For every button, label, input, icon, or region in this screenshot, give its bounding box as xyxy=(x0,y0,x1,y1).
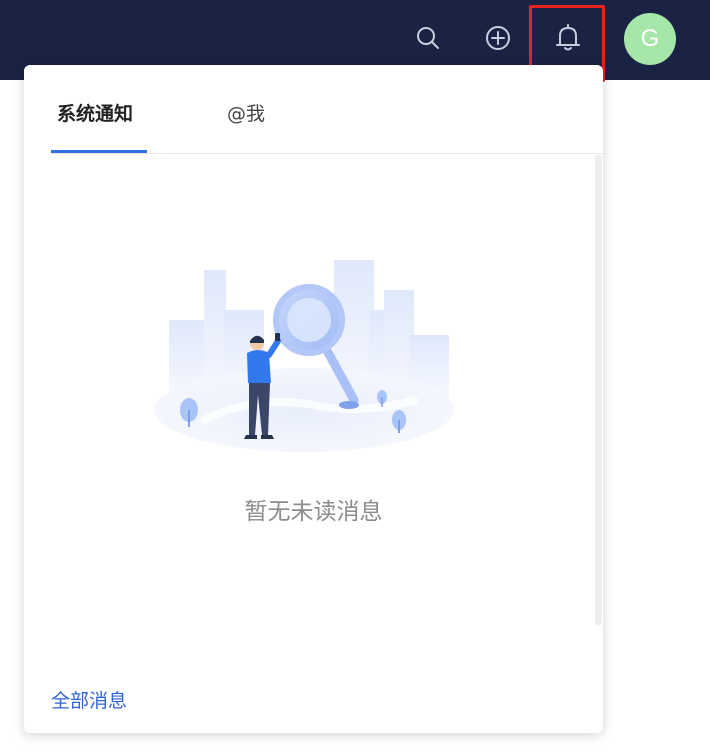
user-avatar[interactable]: G xyxy=(624,13,676,65)
add-button[interactable] xyxy=(482,22,514,54)
scrollbar[interactable] xyxy=(595,155,602,625)
all-messages-link[interactable]: 全部消息 xyxy=(51,686,127,713)
tab-mentions[interactable]: @我 xyxy=(227,99,265,126)
plus-circle-icon xyxy=(486,26,510,50)
search-icon xyxy=(417,27,439,49)
avatar-letter: G xyxy=(640,25,660,52)
empty-state-illustration xyxy=(154,260,454,452)
active-tab-indicator xyxy=(51,150,147,153)
search-button[interactable] xyxy=(412,22,444,54)
tab-system-notifications[interactable]: 系统通知 xyxy=(57,99,133,126)
notification-panel: 系统通知 @我 暂无未读消息 全部消息 xyxy=(24,65,603,733)
notification-tabs: 系统通知 @我 xyxy=(51,65,603,154)
empty-state-message: 暂无未读消息 xyxy=(244,499,383,525)
